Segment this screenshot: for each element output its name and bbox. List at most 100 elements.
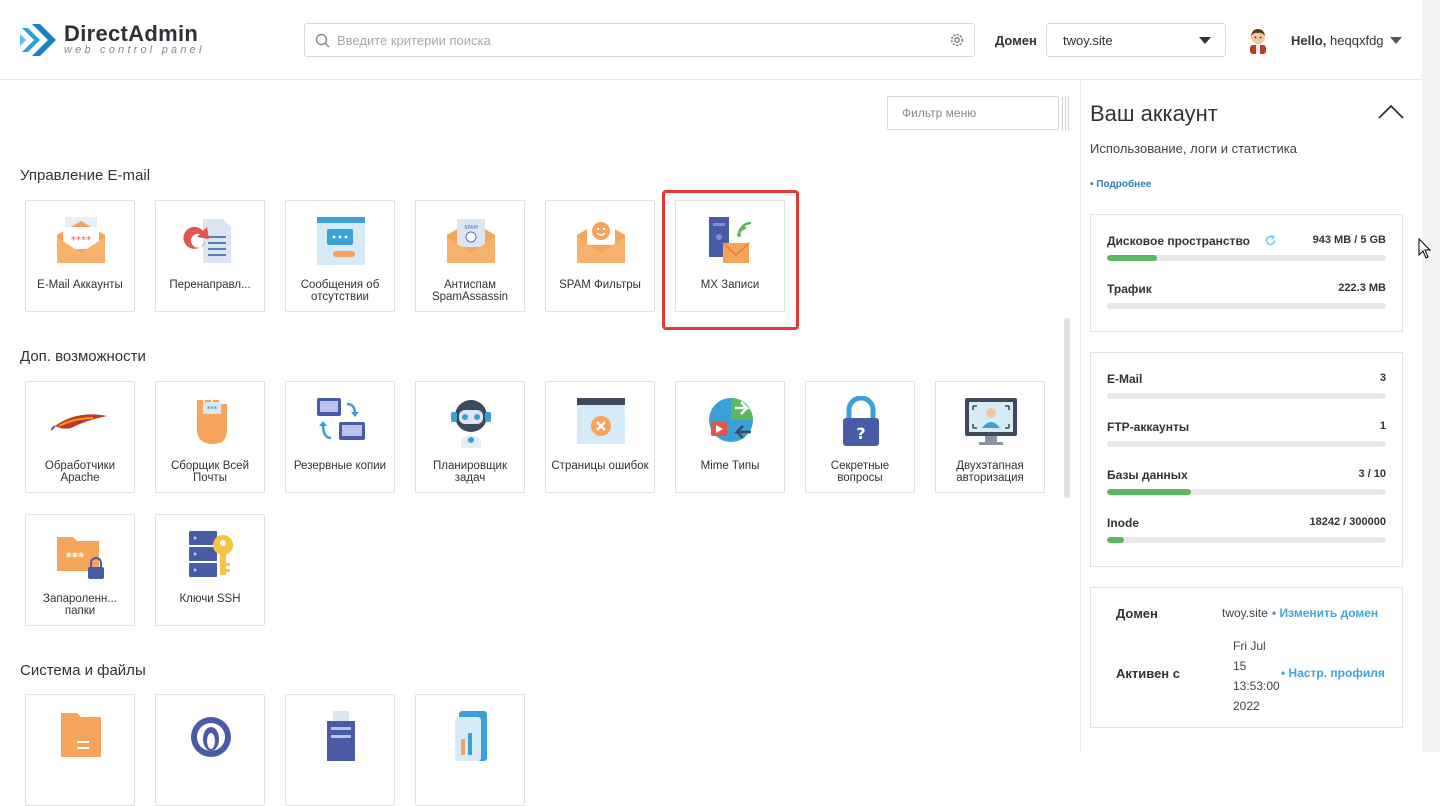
stat-databases: Базы данных 3 / 10 (1107, 468, 1386, 498)
stat-traffic: Трафик 222.3 MB (1107, 282, 1386, 312)
mouse-cursor-icon (1418, 238, 1432, 259)
tile-system-onion[interactable] (155, 694, 265, 806)
stat-value: 18242 / 300000 (1309, 516, 1386, 528)
user-menu-caret-icon[interactable] (1390, 37, 1402, 44)
user-menu[interactable]: Hello, heqqxfdg (1291, 33, 1384, 48)
stat-email: E-Mail 3 (1107, 372, 1386, 402)
account-details-link[interactable]: • Подробнее (1090, 179, 1151, 190)
tile-label: Сообщения об отсутствии (300, 279, 380, 303)
profile-settings-link[interactable]: • Настр. профиля (1281, 666, 1385, 680)
svg-text:***: *** (66, 550, 86, 564)
stat-value: 222.3 MB (1338, 282, 1386, 294)
error-pages-icon (577, 398, 625, 444)
stat-name: Дисковое пространство (1107, 234, 1250, 248)
account-info-card: Домен twoy.site • Изменить домен Активен… (1090, 587, 1403, 728)
chevron-up-icon[interactable] (1378, 104, 1404, 120)
tile-two-step-auth[interactable]: Двухэтапная авторизация (935, 381, 1045, 493)
catch-all-hand-icon: *** (197, 400, 227, 444)
active-line: Fri Jul (1233, 639, 1266, 653)
cron-robot-icon (451, 400, 491, 448)
tile-security-questions[interactable]: ? Секретные вопросы (805, 381, 915, 493)
tile-label: Ключи SSH (179, 593, 241, 605)
section-title-email: Управление E-mail (20, 167, 151, 184)
stat-value: 3 (1379, 372, 1386, 384)
tile-spam-filters[interactable]: SPAM Фильтры (545, 200, 655, 312)
top-header: DirectAdmin web control panel Домен twoy… (0, 0, 1422, 80)
refresh-icon[interactable] (1265, 235, 1276, 246)
info-domain-value: twoy.site (1222, 606, 1268, 620)
change-domain-link[interactable]: • Изменить домен (1272, 606, 1378, 620)
tile-label: Страницы ошибок (551, 460, 649, 472)
stat-inode: Inode 18242 / 300000 (1107, 516, 1386, 546)
progress-fill (1107, 489, 1191, 495)
apache-feather-icon (51, 414, 107, 431)
domain-select[interactable]: twoy.site (1046, 23, 1226, 57)
domain-select-value: twoy.site (1063, 33, 1113, 48)
counts-card: E-Mail 3 FTP-аккаунты 1 Базы данных 3 / … (1090, 352, 1403, 567)
user-avatar-icon[interactable] (1246, 26, 1270, 54)
active-line: 2022 (1233, 699, 1260, 713)
section-title-extra-features: Доп. возможности (20, 348, 146, 365)
tile-label: Антиспам SpamAssassin (431, 279, 509, 303)
tile-label: Сборщик Всей Почты (170, 460, 250, 484)
stat-name: E-Mail (1107, 372, 1143, 386)
tile-label: Резервные копии (293, 460, 387, 472)
tile-backups[interactable]: Резервные копии (285, 381, 395, 493)
tile-mime-types[interactable]: Mime Типы (675, 381, 785, 493)
menu-filter-input[interactable] (902, 97, 1052, 129)
tile-cron-jobs[interactable]: Планировщик задач (415, 381, 525, 493)
tile-system-server[interactable] (285, 694, 395, 806)
info-active-since-key: Активен с (1116, 666, 1180, 681)
tile-forwarders[interactable]: Перенаправл... (155, 200, 265, 312)
menu-filter (887, 96, 1059, 130)
tile-catch-all[interactable]: *** Сборщик Всей Почты (155, 381, 265, 493)
stat-name: Трафик (1107, 282, 1152, 296)
mime-types-icon (709, 398, 753, 442)
tile-label: E-Mail Аккаунты (37, 279, 123, 291)
tile-spamassassin[interactable]: SPAM Антиспам SpamAssassin (415, 200, 525, 312)
account-panel-subtitle: Использование, логи и статистика (1090, 141, 1297, 156)
progress-bar (1107, 393, 1386, 399)
email-accounts-icon: **** (57, 217, 105, 263)
stats-icon (455, 711, 487, 761)
server-icon (327, 711, 355, 761)
search-icon (315, 33, 330, 48)
progress-bar (1107, 537, 1386, 543)
svg-text:****: **** (71, 235, 91, 246)
stat-ftp-accounts: FTP-аккаунты 1 (1107, 420, 1386, 450)
tile-error-pages[interactable]: Страницы ошибок (545, 381, 655, 493)
tile-ssh-keys[interactable]: Ключи SSH (155, 514, 265, 626)
logo-icon (20, 24, 56, 56)
user-greeting: Hello, (1291, 33, 1327, 48)
panel-splitter-handle[interactable] (1061, 96, 1069, 130)
stat-name: Базы данных (1107, 468, 1188, 482)
main-scrollbar-thumb[interactable] (1064, 318, 1070, 498)
tile-autoresponders[interactable]: Сообщения об отсутствии (285, 200, 395, 312)
tile-file-manager[interactable] (25, 694, 135, 806)
search-input[interactable] (337, 24, 937, 56)
usage-card: Дисковое пространство 943 MB / 5 GB Траф… (1090, 214, 1403, 332)
logo-subtitle: web control panel (64, 44, 205, 56)
tile-system-stats[interactable] (415, 694, 525, 806)
tile-label: Обработчики Apache (44, 460, 116, 484)
tile-label: Планировщик задач (433, 460, 507, 484)
search-box (304, 23, 975, 57)
stat-name: FTP-аккаунты (1107, 420, 1190, 434)
progress-fill (1107, 255, 1158, 261)
page-scrollbar[interactable] (1422, 0, 1440, 752)
stat-value: 1 (1379, 420, 1386, 432)
security-lock-icon: ? (843, 396, 879, 446)
user-name: heqqxfdg (1330, 33, 1384, 48)
tile-apache-handlers[interactable]: Обработчики Apache (25, 381, 135, 493)
stat-value: 943 MB / 5 GB (1312, 234, 1386, 246)
chevron-down-icon (1199, 37, 1211, 44)
tile-email-accounts[interactable]: **** E-Mail Аккаунты (25, 200, 135, 312)
tile-label: SPAM Фильтры (559, 279, 641, 291)
directadmin-logo[interactable]: DirectAdmin web control panel (20, 20, 220, 60)
search-settings-gear-icon[interactable] (949, 32, 965, 48)
progress-bar (1107, 441, 1386, 447)
tile-label: Секретные вопросы (830, 460, 890, 484)
tile-protected-folders[interactable]: *** Запароленн... папки (25, 514, 135, 626)
highlight-frame (662, 190, 799, 330)
stat-name: Inode (1107, 516, 1139, 530)
